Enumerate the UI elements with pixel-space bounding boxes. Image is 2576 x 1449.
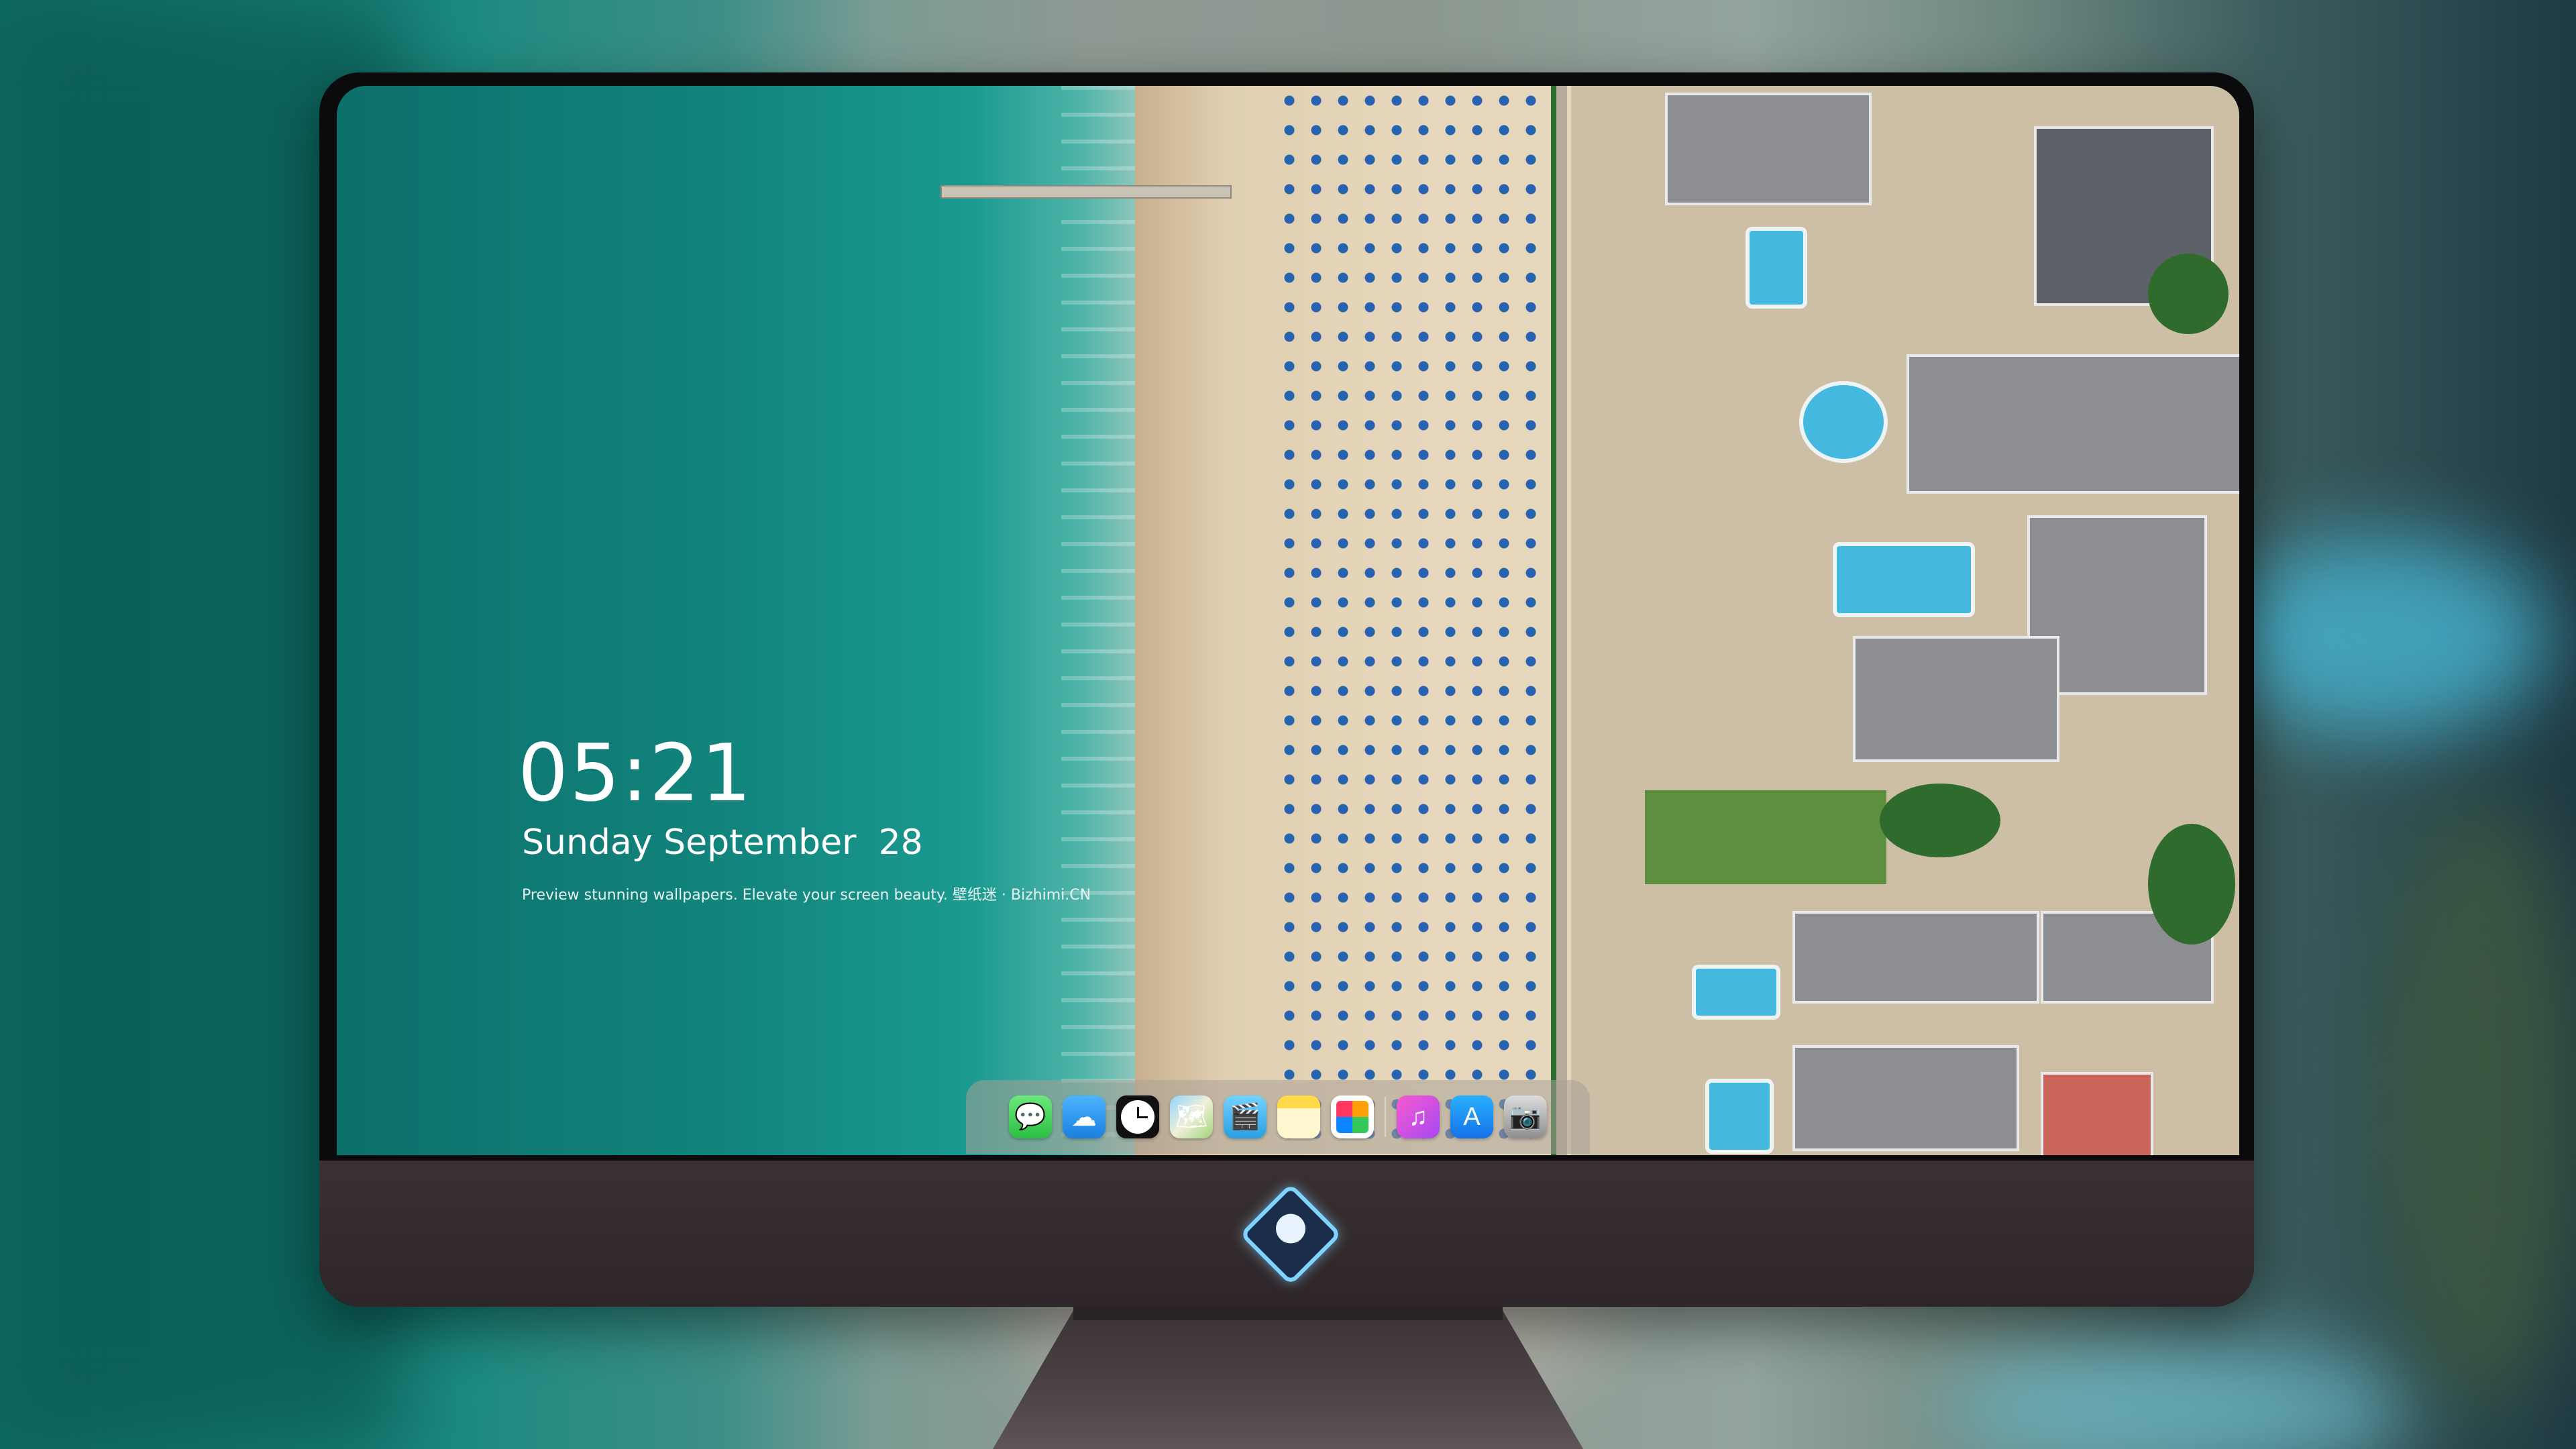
lock-screen-date: Sunday September 28 [522,822,923,863]
wallpaper-building [1665,93,1872,205]
clips-icon[interactable]: 🎬 [1224,1095,1267,1138]
wallpaper-surf [1061,86,1142,1155]
background-blur-pool [2214,537,2549,738]
background-blur-trees [2381,805,2576,1409]
wallpaper-building [1792,1045,2019,1151]
photos-grid [1336,1101,1368,1133]
wallpaper-sea [337,86,1182,1155]
wallpaper-trees [2148,254,2229,334]
wallpaper-pool [1833,542,1975,617]
wallpaper-city [1571,86,2239,1155]
wallpaper-pool [1746,227,1807,309]
monitor-stand [993,1307,1583,1449]
camera-icon[interactable]: 📷 [1504,1095,1547,1138]
notes-icon[interactable] [1277,1095,1320,1138]
wallpaper-building [2041,1072,2153,1155]
messages-icon[interactable]: 💬 [1009,1095,1052,1138]
background-blur-pool-2 [1945,1342,2415,1449]
wallpaper-pool [1705,1079,1774,1154]
wallpaper-trees [1880,784,2000,857]
weather-icon[interactable]: ☁ [1063,1095,1106,1138]
maps-icon[interactable]: 🗺 [1170,1095,1213,1138]
dock-separator [1385,1097,1386,1137]
clock-face [1121,1100,1155,1134]
dock: 💬 ☁ 🗺 🎬 ♫ A 📷 [966,1080,1590,1154]
app-store-icon[interactable]: A [1450,1095,1493,1138]
lock-screen-tagline: Preview stunning wallpapers. Elevate you… [522,887,1091,904]
wallpaper-pool [1799,381,1888,463]
wallpaper-lawn [1645,790,1886,884]
wallpaper-building [1792,911,2039,1004]
monitor-stand-neck [1073,1307,1503,1320]
wallpaper-pier [941,185,1232,199]
music-icon[interactable]: ♫ [1397,1095,1440,1138]
wallpaper-building [1853,636,2059,762]
clock-icon[interactable] [1116,1095,1159,1138]
wallpaper-hedge [1551,86,1556,1155]
desktop-background: 05:21 Sunday September 28 Preview stunni… [0,0,2576,1449]
wallpaper-building [1907,354,2239,494]
lock-screen-time: 05:21 [518,727,753,819]
brand-logo-face [1269,1208,1312,1250]
wallpaper-pool [1692,965,1780,1020]
lock-screen[interactable]: 05:21 Sunday September 28 Preview stunni… [337,86,2239,1155]
clock-hand [1137,1116,1148,1118]
photos-icon[interactable] [1331,1095,1374,1138]
wallpaper-trees [2148,824,2235,945]
